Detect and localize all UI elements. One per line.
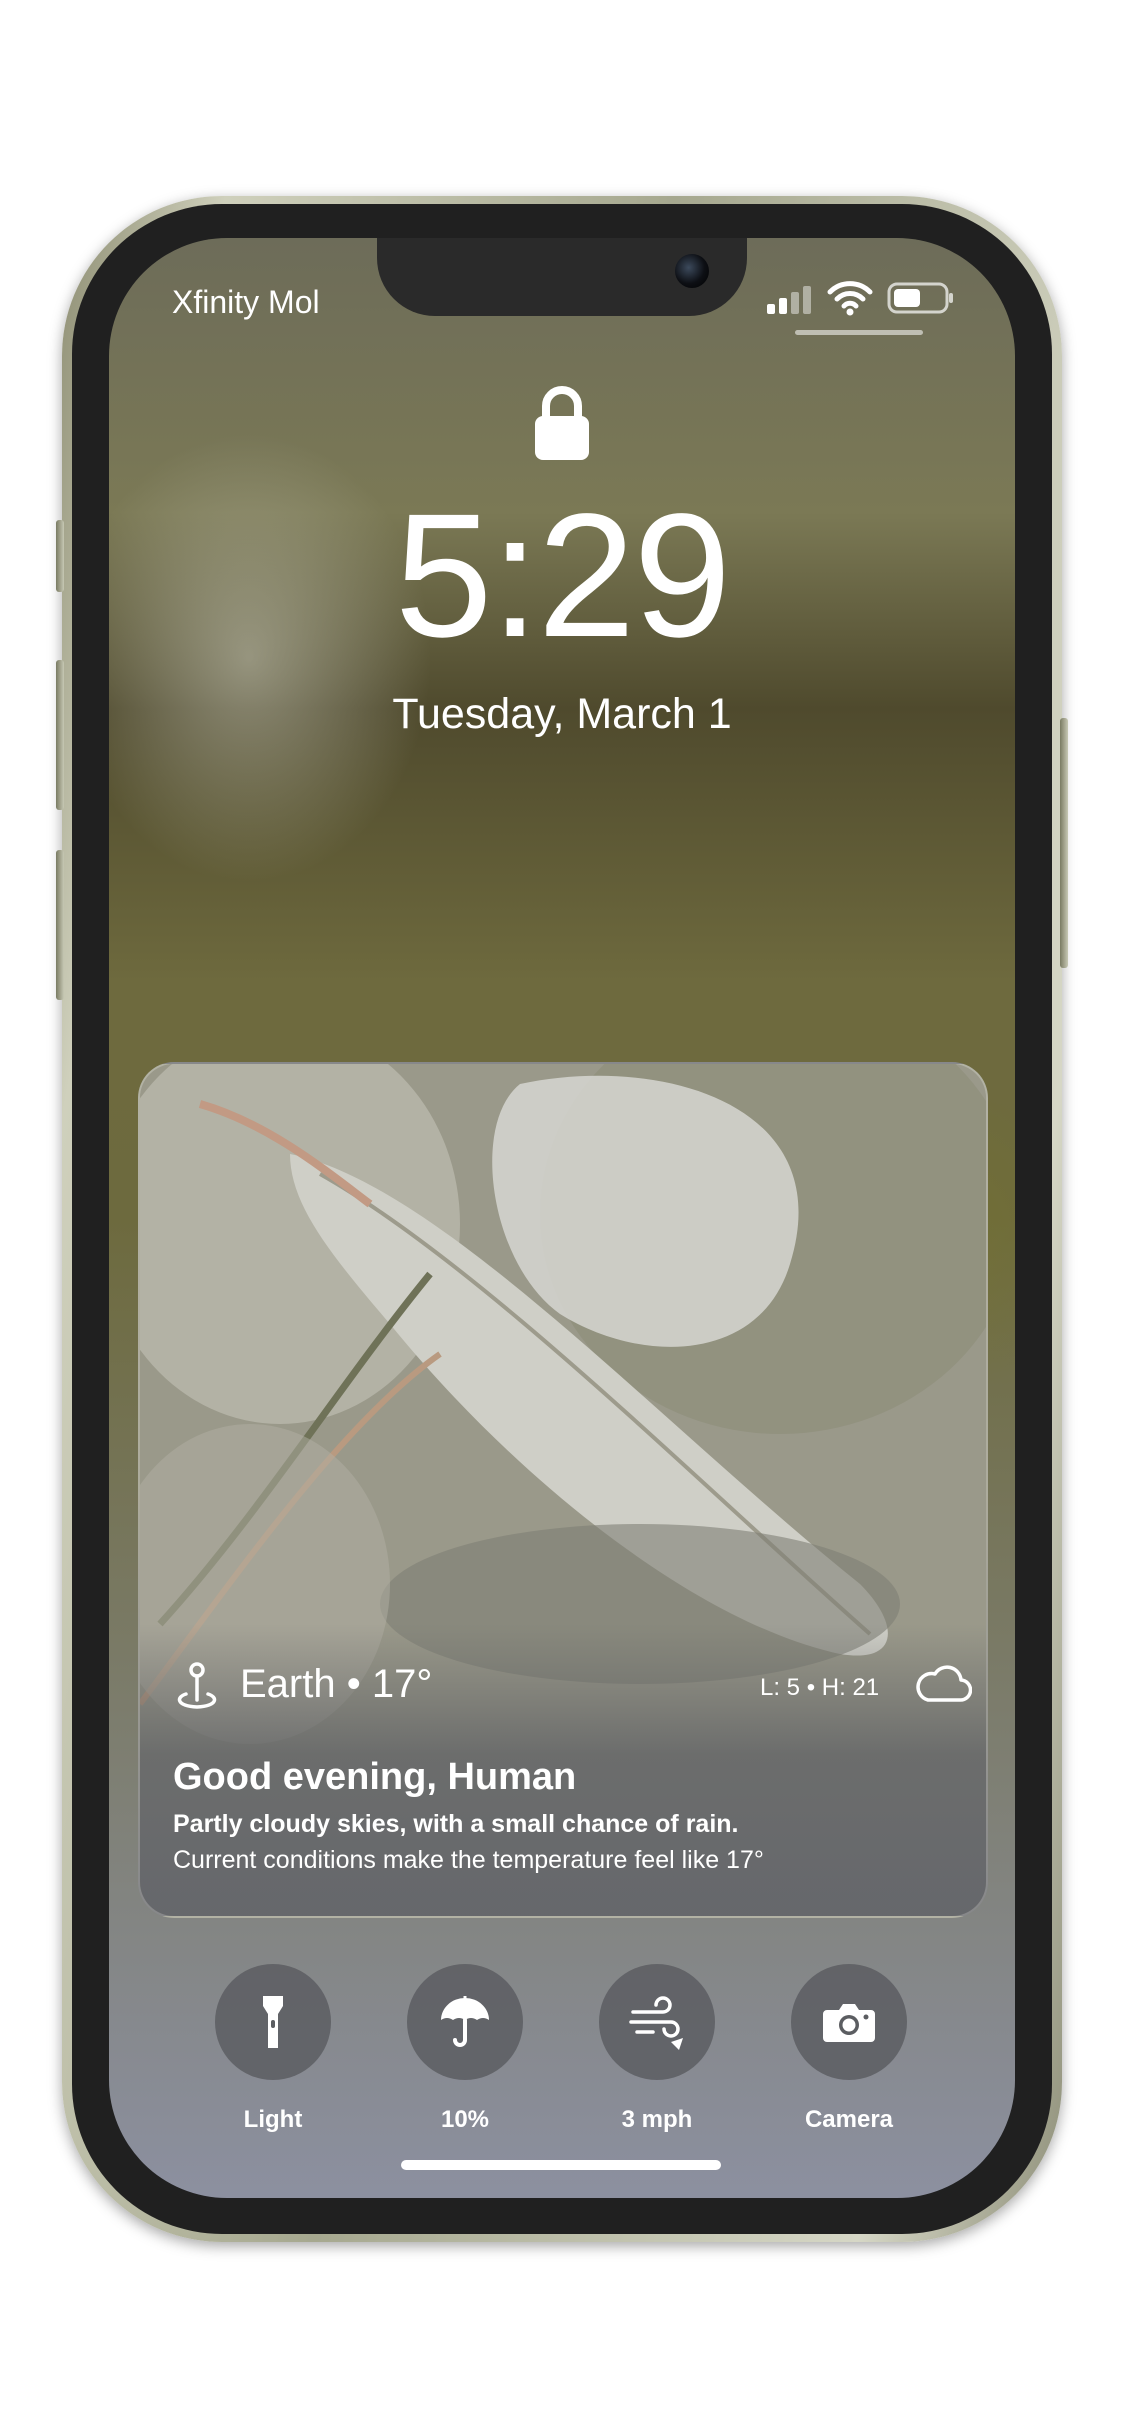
clock-date: Tuesday, March 1 — [392, 690, 732, 738]
flashlight-button[interactable] — [215, 1964, 331, 2080]
clock-time: 5:29 — [394, 478, 732, 674]
home-indicator[interactable] — [401, 2160, 721, 2170]
cellular-signal-icon — [767, 286, 811, 314]
forecast-text: Partly cloudy skies, with a small chance… — [173, 1810, 739, 1838]
wifi-icon — [827, 281, 873, 316]
rain-chance-button[interactable] — [407, 1964, 523, 2080]
lock-screen: Xfinity Mol 5:29 Tuesday, March 1 Earth … — [109, 238, 1015, 2198]
silent-switch — [56, 520, 64, 592]
camera-icon — [823, 2004, 875, 2042]
wind-icon — [629, 1996, 683, 2050]
rain-chance-label: 10% — [440, 2106, 490, 2133]
flashlight-icon — [263, 1996, 283, 2048]
umbrella-icon — [441, 1996, 489, 2047]
volume-down-button — [56, 850, 64, 1000]
wind-label: 3 mph — [621, 2106, 693, 2133]
wind-button[interactable] — [599, 1964, 715, 2080]
conditions-text: Current conditions make the temperature … — [173, 1846, 764, 1874]
map-pin-icon — [177, 1662, 217, 1709]
flashlight-label: Light — [243, 2106, 303, 2133]
volume-up-button — [56, 660, 64, 810]
cloud-icon — [916, 1665, 972, 1702]
status-icons — [767, 276, 967, 326]
camera-label: Camera — [804, 2106, 894, 2133]
camera-button[interactable] — [791, 1964, 907, 2080]
low-high-temperature: L: 5 • H: 21 — [760, 1674, 880, 1701]
notch — [377, 238, 747, 316]
control-center-indicator[interactable] — [795, 330, 923, 335]
battery-icon — [887, 282, 953, 314]
lock-icon — [535, 386, 589, 460]
weather-widget[interactable]: Earth • 17° L: 5 • H: 21 Good evening, H… — [138, 1062, 988, 1918]
front-camera — [675, 254, 709, 288]
carrier-name: Xfinity Mol — [172, 284, 320, 320]
side-power-button — [1060, 718, 1068, 968]
location-temperature: Earth • 17° — [240, 1662, 433, 1706]
greeting-text: Good evening, Human — [173, 1756, 577, 1798]
